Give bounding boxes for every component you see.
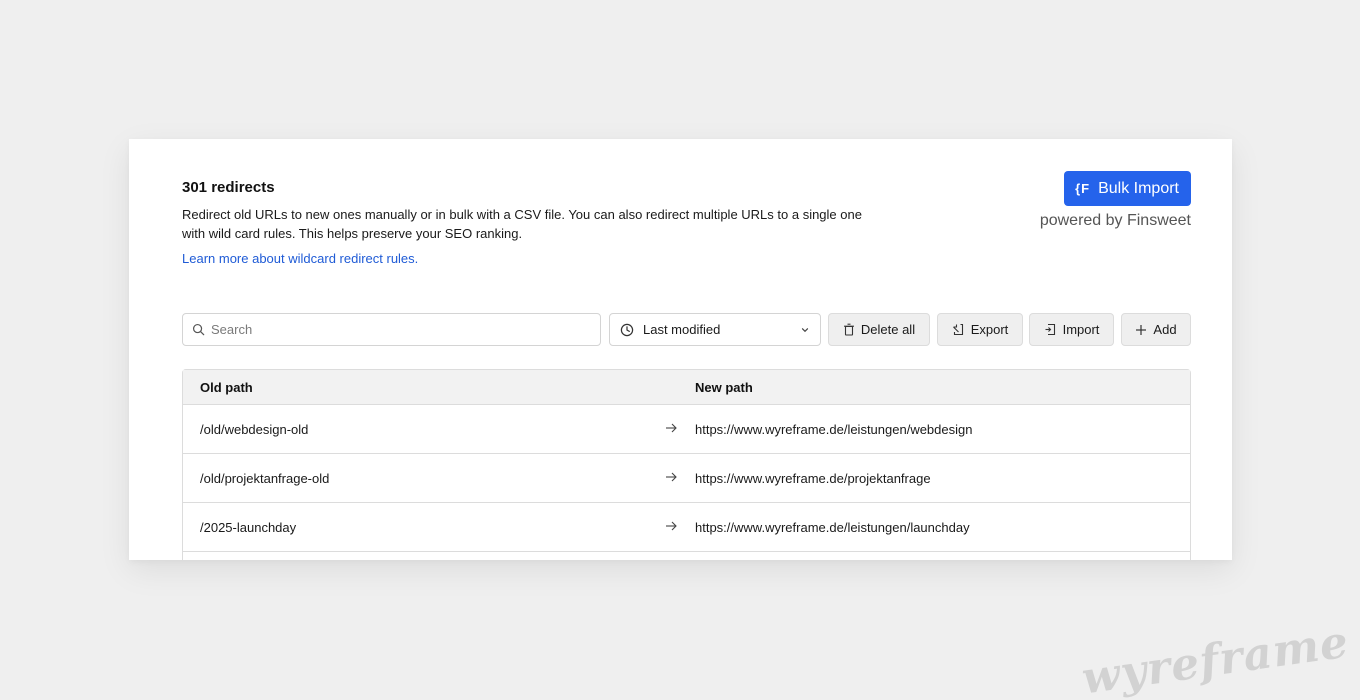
search-icon <box>192 323 205 336</box>
import-label: Import <box>1062 322 1100 337</box>
new-path-cell: https://www.wyreframe.de/projektanfrage <box>695 470 931 486</box>
old-path-cell: /old/projektanfrage-old <box>200 470 330 486</box>
old-path-cell: /old/webdesign-old <box>200 421 309 437</box>
page-title: 301 redirects <box>182 179 275 196</box>
column-header-new-path: New path <box>695 379 753 395</box>
redirects-header: 301 redirects Redirect old URLs to new o… <box>182 179 862 268</box>
import-button[interactable]: Import <box>1029 313 1114 346</box>
bulk-import-label: Bulk Import <box>1098 179 1179 197</box>
column-header-old-path: Old path <box>200 379 253 395</box>
export-icon <box>952 323 965 336</box>
search-input[interactable] <box>211 322 591 337</box>
bulk-import-button[interactable]: {F Bulk Import <box>1064 171 1191 206</box>
bulk-import-area: {F Bulk Import powered by Finsweet <box>1040 171 1191 230</box>
wyreframe-watermark: wyreframe <box>1078 616 1353 700</box>
plus-icon <box>1135 324 1147 336</box>
search-box <box>182 313 601 346</box>
delete-all-label: Delete all <box>860 322 916 337</box>
new-path-cell: https://www.wyreframe.de/leistungen/webd… <box>695 421 973 437</box>
page-description: Redirect old URLs to new ones manually o… <box>182 207 862 241</box>
export-label: Export <box>970 322 1009 337</box>
wildcard-rules-link[interactable]: Learn more about wildcard redirect rules… <box>182 251 418 266</box>
finsweet-logo-icon: {F <box>1075 181 1091 196</box>
table-row[interactable]: /old/webdesign-old https://www.wyreframe… <box>183 405 1190 454</box>
clock-icon <box>620 323 634 337</box>
arrow-right-icon <box>664 421 678 435</box>
table-row[interactable]: /2025-launchday https://www.wyreframe.de… <box>183 503 1190 552</box>
redirects-table: Old path New path /old/webdesign-old htt… <box>182 369 1191 560</box>
sort-select[interactable]: Last modified <box>609 313 821 346</box>
arrow-right-icon <box>664 519 678 533</box>
import-icon <box>1044 323 1057 336</box>
powered-by-text: powered by Finsweet <box>1039 212 1191 229</box>
sort-selected-value: Last modified <box>643 322 721 337</box>
redirects-panel: 301 redirects Redirect old URLs to new o… <box>129 139 1232 560</box>
old-path-cell: /2025-launchday <box>200 519 297 535</box>
table-header: Old path New path <box>183 370 1190 405</box>
arrow-right-icon <box>664 470 678 484</box>
add-label: Add <box>1153 322 1177 337</box>
export-button[interactable]: Export <box>937 313 1023 346</box>
trash-icon <box>843 323 855 336</box>
new-path-cell: https://www.wyreframe.de/leistungen/laun… <box>695 519 970 535</box>
chevron-down-icon <box>800 325 810 335</box>
table-row[interactable]: /old/projektanfrage-old https://www.wyre… <box>183 454 1190 503</box>
add-redirect-button[interactable]: Add <box>1121 313 1191 346</box>
toolbar: Last modified Delete all Export Import <box>182 313 1191 346</box>
delete-all-button[interactable]: Delete all <box>828 313 930 346</box>
table-row-partial <box>183 552 1190 560</box>
